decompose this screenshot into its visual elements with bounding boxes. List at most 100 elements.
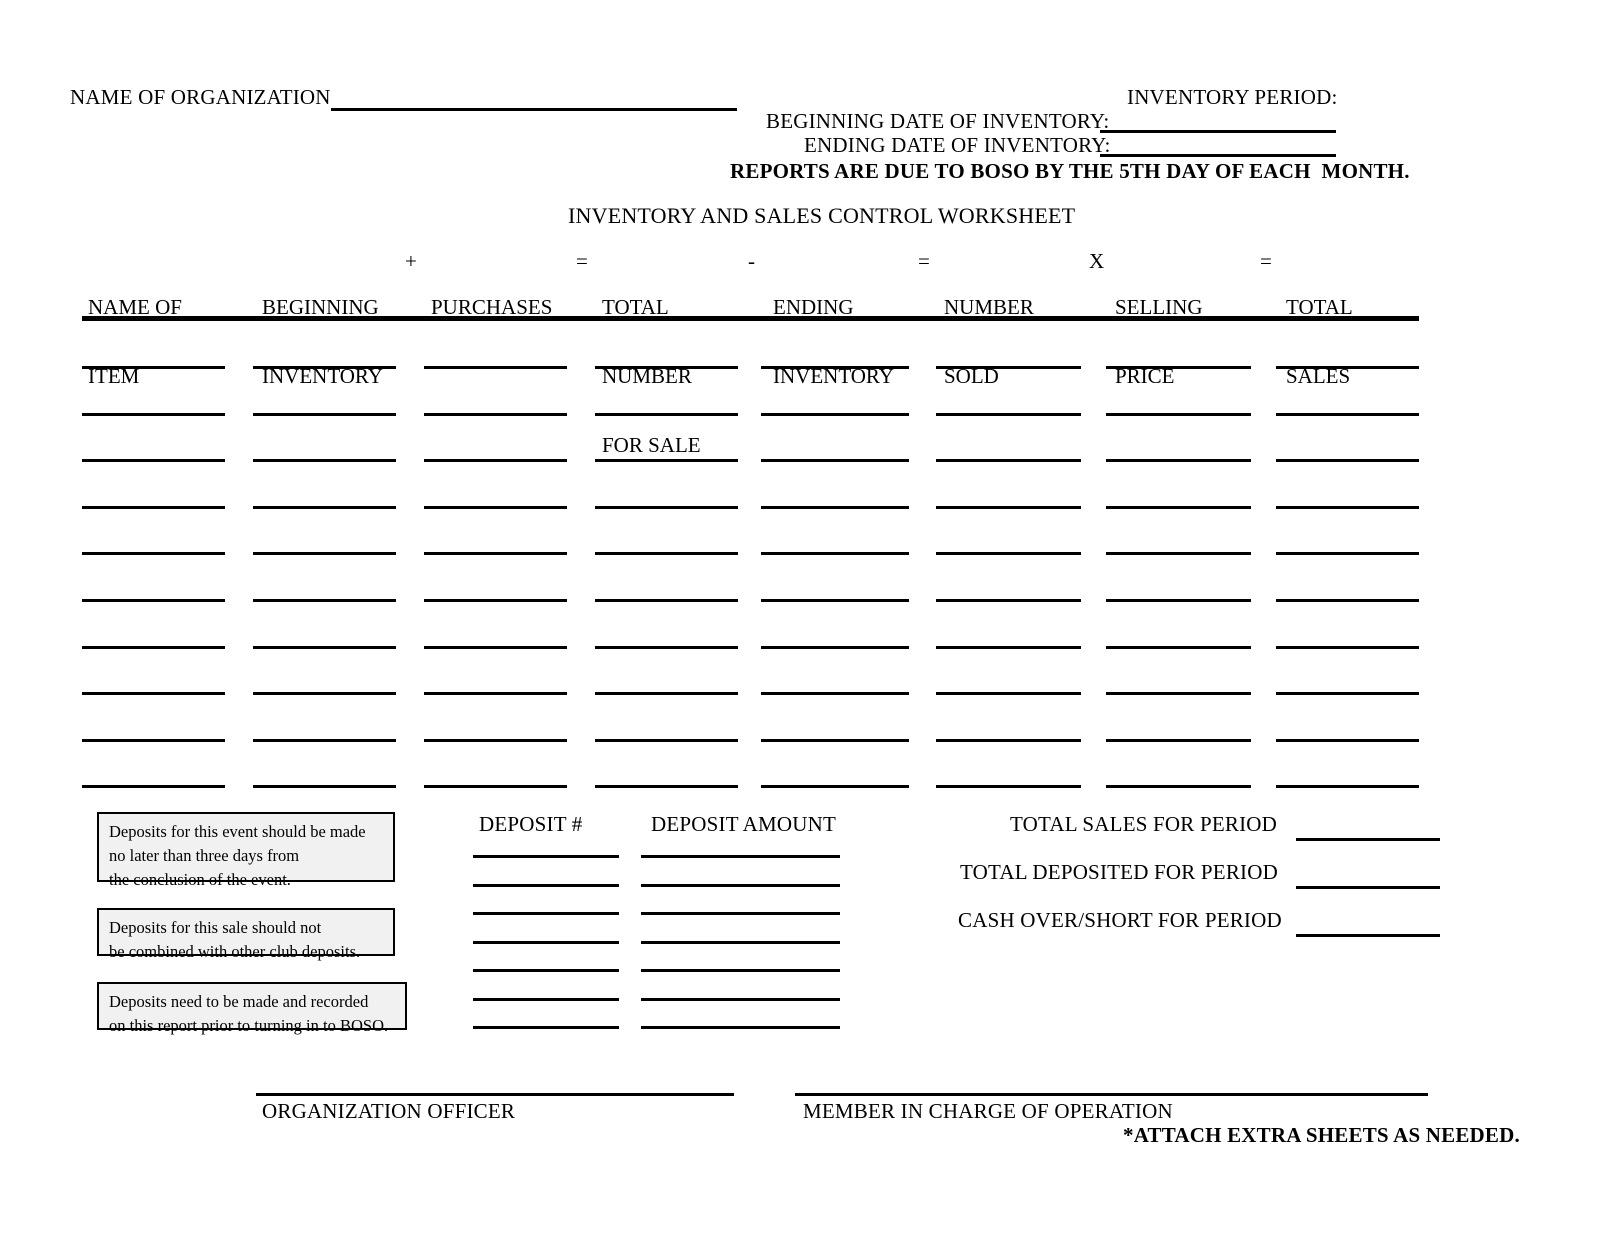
table-cell-line[interactable] — [761, 459, 909, 462]
table-cell-line[interactable] — [1276, 599, 1419, 602]
cash-over-short-input-line[interactable] — [1296, 934, 1440, 937]
table-cell-line[interactable] — [1276, 413, 1419, 416]
organization-name-input-line[interactable] — [331, 108, 737, 111]
deposit-number-line[interactable] — [473, 941, 619, 944]
table-cell-line[interactable] — [761, 506, 909, 509]
table-cell-line[interactable] — [936, 459, 1081, 462]
table-cell-line[interactable] — [595, 646, 738, 649]
ending-date-input-line[interactable] — [1100, 154, 1336, 157]
table-cell-line[interactable] — [595, 739, 738, 742]
table-cell-line[interactable] — [936, 599, 1081, 602]
table-cell-line[interactable] — [595, 506, 738, 509]
table-cell-line[interactable] — [1106, 739, 1251, 742]
table-cell-line[interactable] — [82, 366, 225, 369]
table-cell-line[interactable] — [82, 692, 225, 695]
table-cell-line[interactable] — [424, 785, 567, 788]
table-cell-line[interactable] — [1276, 692, 1419, 695]
table-cell-line[interactable] — [253, 739, 396, 742]
table-cell-line[interactable] — [424, 459, 567, 462]
deposit-amount-line[interactable] — [641, 884, 840, 887]
table-cell-line[interactable] — [424, 413, 567, 416]
table-cell-line[interactable] — [1276, 646, 1419, 649]
table-cell-line[interactable] — [936, 646, 1081, 649]
deposit-number-line[interactable] — [473, 912, 619, 915]
table-cell-line[interactable] — [761, 413, 909, 416]
table-cell-line[interactable] — [253, 506, 396, 509]
table-cell-line[interactable] — [595, 692, 738, 695]
table-cell-line[interactable] — [1106, 413, 1251, 416]
table-cell-line[interactable] — [82, 506, 225, 509]
table-cell-line[interactable] — [82, 552, 225, 555]
table-cell-line[interactable] — [595, 459, 738, 462]
table-cell-line[interactable] — [253, 552, 396, 555]
table-cell-line[interactable] — [1106, 552, 1251, 555]
table-cell-line[interactable] — [936, 739, 1081, 742]
table-cell-line[interactable] — [424, 366, 567, 369]
table-cell-line[interactable] — [253, 785, 396, 788]
table-cell-line[interactable] — [424, 552, 567, 555]
deposit-amount-line[interactable] — [641, 912, 840, 915]
table-cell-line[interactable] — [1276, 459, 1419, 462]
table-cell-line[interactable] — [1106, 366, 1251, 369]
table-cell-line[interactable] — [82, 599, 225, 602]
table-cell-line[interactable] — [253, 692, 396, 695]
table-cell-line[interactable] — [595, 413, 738, 416]
table-cell-line[interactable] — [253, 599, 396, 602]
deposit-amount-line[interactable] — [641, 998, 840, 1001]
table-cell-line[interactable] — [424, 739, 567, 742]
table-cell-line[interactable] — [936, 692, 1081, 695]
deposit-amount-line[interactable] — [641, 855, 840, 858]
table-cell-line[interactable] — [424, 692, 567, 695]
table-cell-line[interactable] — [1276, 506, 1419, 509]
table-cell-line[interactable] — [761, 739, 909, 742]
table-cell-line[interactable] — [761, 552, 909, 555]
table-cell-line[interactable] — [1276, 552, 1419, 555]
table-cell-line[interactable] — [253, 646, 396, 649]
table-cell-line[interactable] — [1106, 506, 1251, 509]
table-cell-line[interactable] — [82, 646, 225, 649]
deposit-number-line[interactable] — [473, 855, 619, 858]
table-cell-line[interactable] — [1106, 692, 1251, 695]
table-cell-line[interactable] — [1106, 459, 1251, 462]
table-cell-line[interactable] — [761, 599, 909, 602]
table-cell-line[interactable] — [936, 413, 1081, 416]
table-cell-line[interactable] — [761, 646, 909, 649]
total-sales-input-line[interactable] — [1296, 838, 1440, 841]
table-cell-line[interactable] — [761, 692, 909, 695]
table-cell-line[interactable] — [761, 785, 909, 788]
table-cell-line[interactable] — [936, 366, 1081, 369]
deposit-amount-line[interactable] — [641, 941, 840, 944]
table-cell-line[interactable] — [82, 459, 225, 462]
table-cell-line[interactable] — [253, 413, 396, 416]
table-cell-line[interactable] — [1276, 366, 1419, 369]
table-cell-line[interactable] — [1276, 785, 1419, 788]
table-cell-line[interactable] — [253, 459, 396, 462]
table-cell-line[interactable] — [595, 785, 738, 788]
table-cell-line[interactable] — [595, 552, 738, 555]
table-cell-line[interactable] — [424, 599, 567, 602]
table-cell-line[interactable] — [82, 413, 225, 416]
deposit-number-line[interactable] — [473, 969, 619, 972]
table-cell-line[interactable] — [1276, 739, 1419, 742]
deposit-amount-line[interactable] — [641, 969, 840, 972]
table-cell-line[interactable] — [936, 506, 1081, 509]
deposit-number-line[interactable] — [473, 1026, 619, 1029]
table-cell-line[interactable] — [1106, 599, 1251, 602]
deposit-amount-line[interactable] — [641, 1026, 840, 1029]
total-deposited-input-line[interactable] — [1296, 886, 1440, 889]
table-cell-line[interactable] — [936, 785, 1081, 788]
table-cell-line[interactable] — [761, 366, 909, 369]
table-cell-line[interactable] — [1106, 646, 1251, 649]
table-cell-line[interactable] — [1106, 785, 1251, 788]
deposit-number-line[interactable] — [473, 998, 619, 1001]
table-cell-line[interactable] — [424, 506, 567, 509]
organization-officer-signature-line[interactable] — [256, 1093, 734, 1096]
deposit-number-line[interactable] — [473, 884, 619, 887]
table-cell-line[interactable] — [253, 366, 396, 369]
table-cell-line[interactable] — [424, 646, 567, 649]
beginning-date-input-line[interactable] — [1100, 130, 1336, 133]
member-in-charge-signature-line[interactable] — [795, 1093, 1428, 1096]
table-cell-line[interactable] — [82, 739, 225, 742]
table-cell-line[interactable] — [595, 366, 738, 369]
table-cell-line[interactable] — [595, 599, 738, 602]
